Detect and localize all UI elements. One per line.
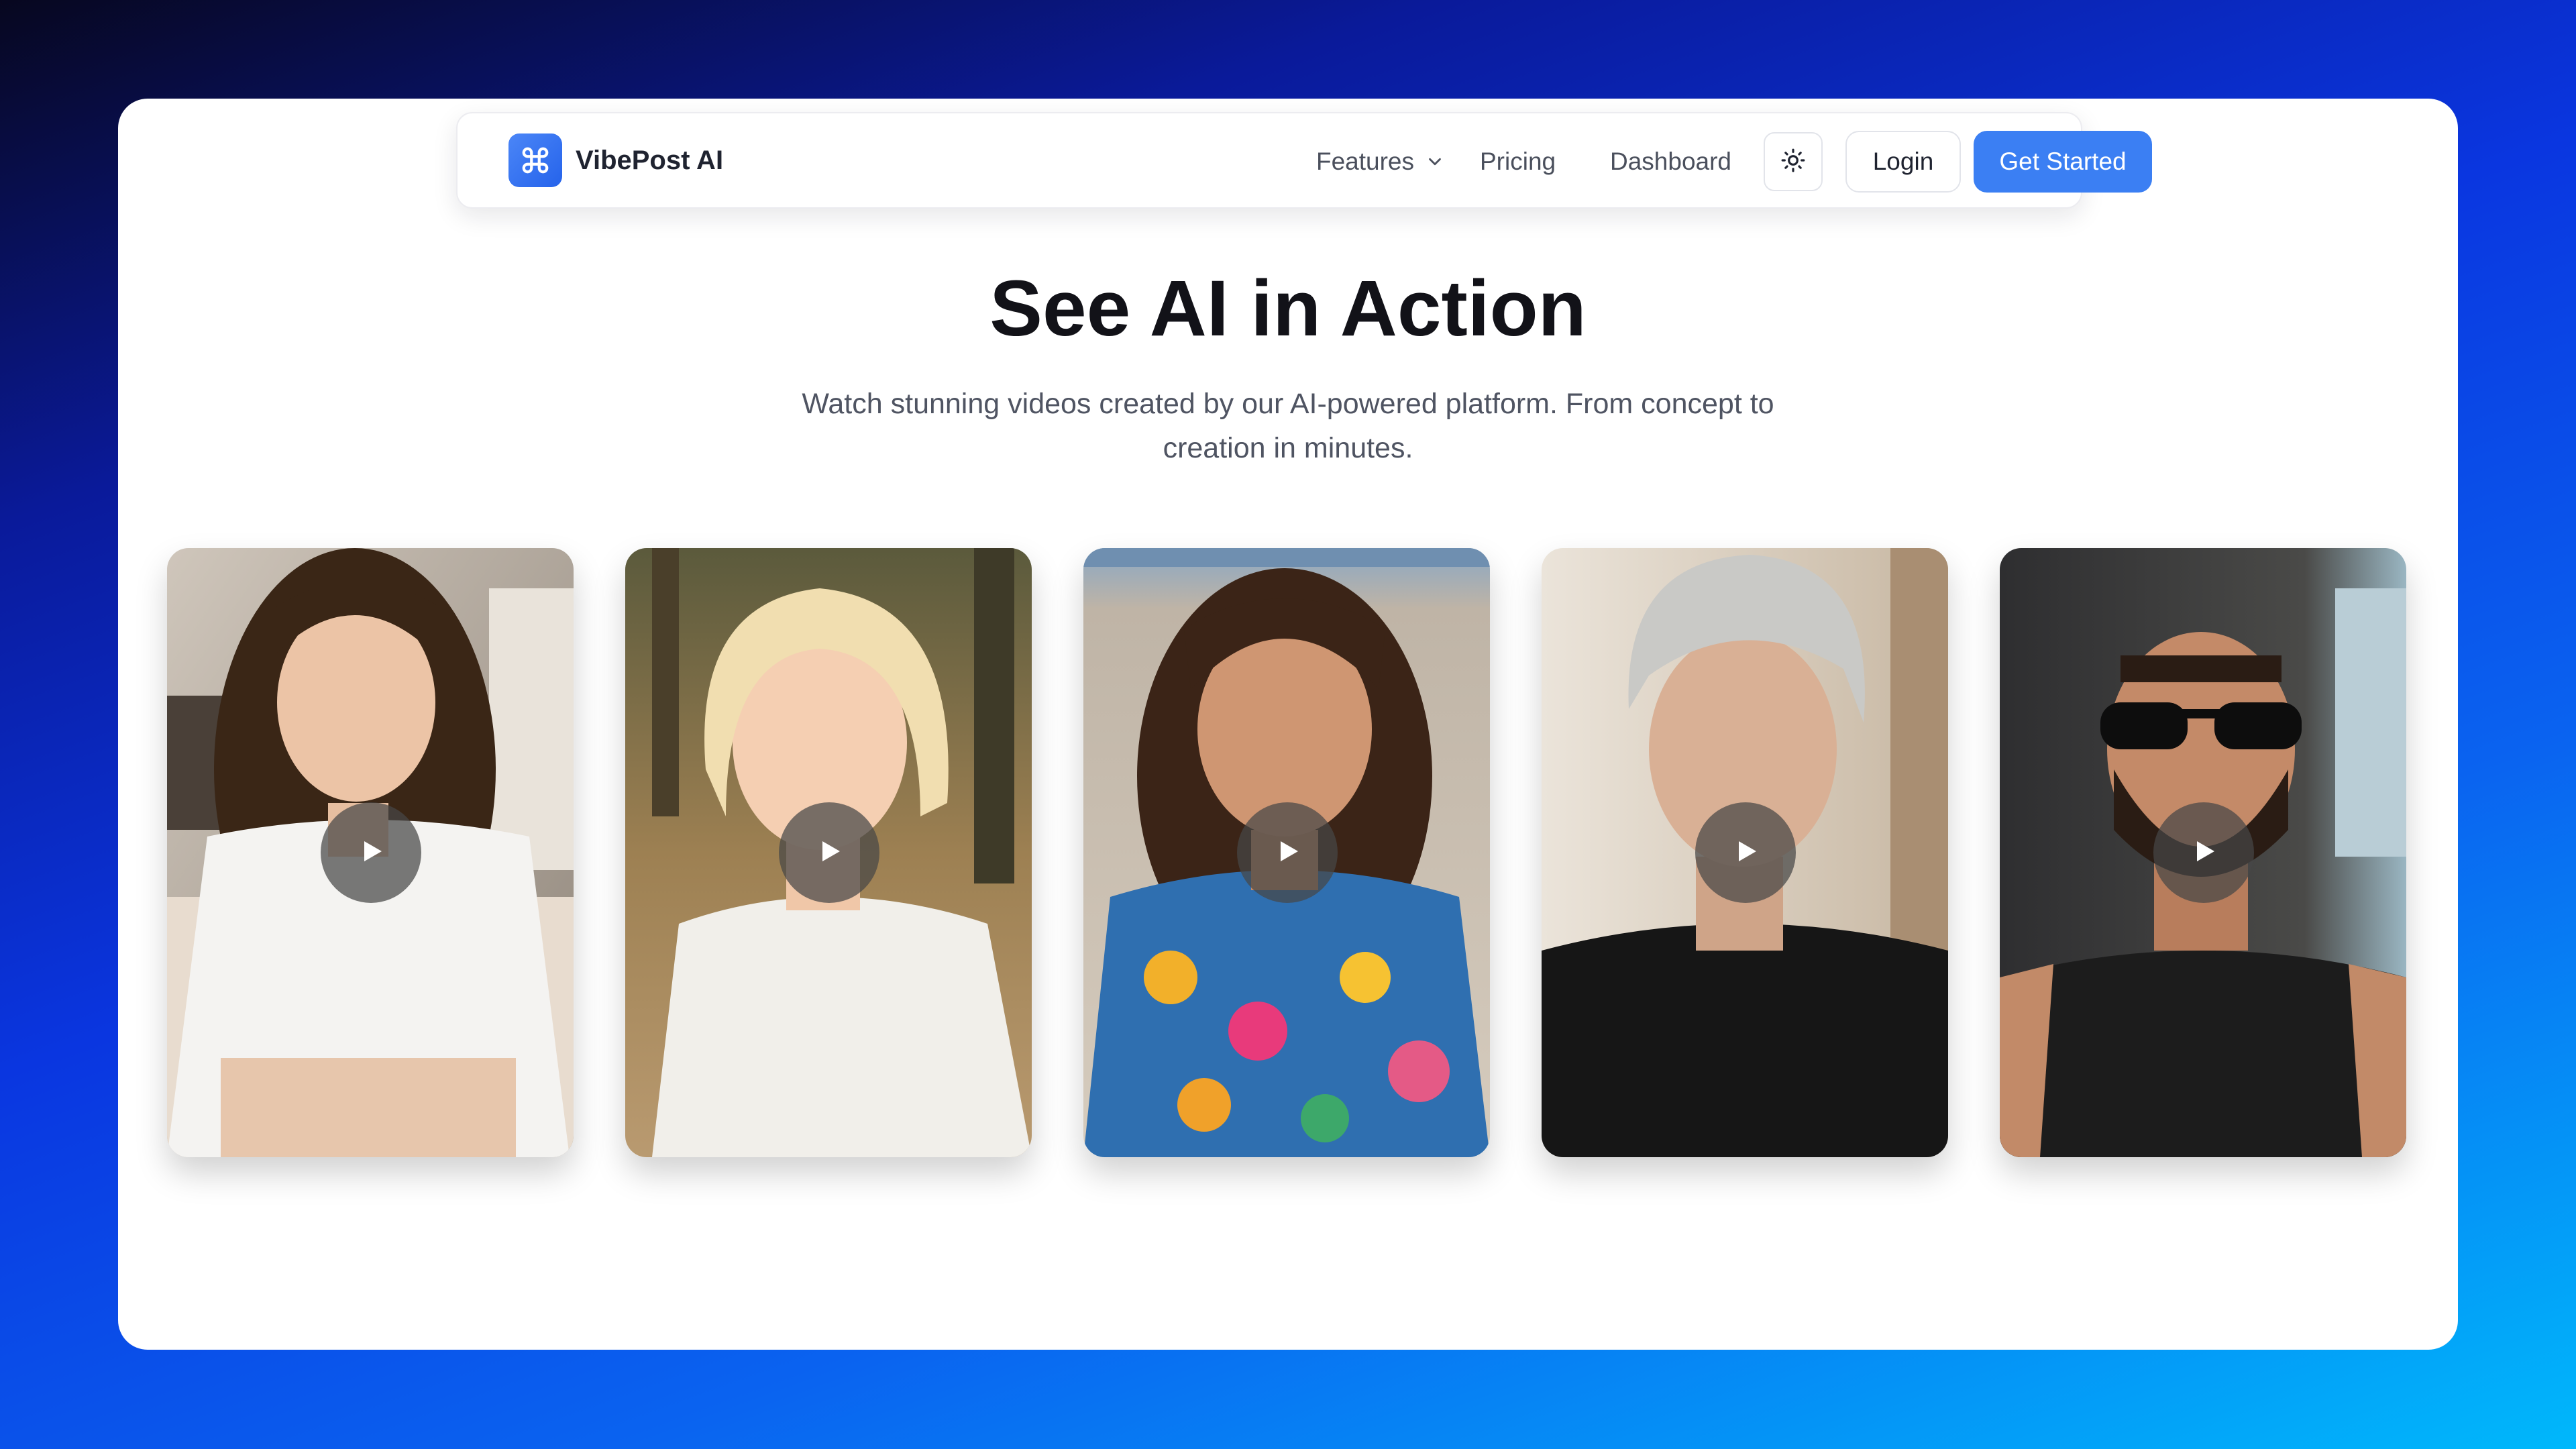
- theme-toggle-button[interactable]: [1764, 132, 1823, 191]
- play-button[interactable]: [321, 802, 421, 903]
- play-button[interactable]: [1237, 802, 1338, 903]
- brand-link[interactable]: VibePost AI: [508, 133, 723, 187]
- play-icon: [355, 835, 387, 871]
- nav-dashboard-link[interactable]: Dashboard: [1610, 147, 1731, 176]
- play-button[interactable]: [2153, 802, 2254, 903]
- play-icon: [1729, 835, 1762, 871]
- section-title: See AI in Action: [989, 264, 1587, 353]
- video-card[interactable]: [2000, 548, 2406, 1157]
- command-icon: [508, 133, 562, 187]
- play-button[interactable]: [779, 802, 879, 903]
- chevron-down-icon: [1425, 152, 1445, 172]
- play-icon: [813, 835, 845, 871]
- nav-pricing-link[interactable]: Pricing: [1480, 147, 1556, 176]
- sun-icon: [1780, 148, 1806, 176]
- video-card[interactable]: [167, 548, 574, 1157]
- play-icon: [1271, 835, 1303, 871]
- video-card[interactable]: [1083, 548, 1490, 1157]
- nav-features-dropdown[interactable]: Features: [1316, 147, 1445, 176]
- video-card[interactable]: [1542, 548, 1948, 1157]
- top-navbar: VibePost AI Features Pricing Dashboard L…: [456, 112, 2152, 209]
- login-button[interactable]: Login: [1845, 131, 1961, 193]
- brand-name: VibePost AI: [576, 145, 724, 175]
- nav-features-label: Features: [1316, 148, 1415, 175]
- video-card[interactable]: [625, 548, 1032, 1157]
- play-icon: [2188, 835, 2220, 871]
- browser-frame: VibePost AI Features Pricing Dashboard L…: [118, 99, 2458, 1350]
- section-subtitle: Watch stunning videos created by our AI-…: [802, 388, 1774, 464]
- get-started-button[interactable]: Get Started: [1974, 131, 2152, 193]
- play-button[interactable]: [1695, 802, 1796, 903]
